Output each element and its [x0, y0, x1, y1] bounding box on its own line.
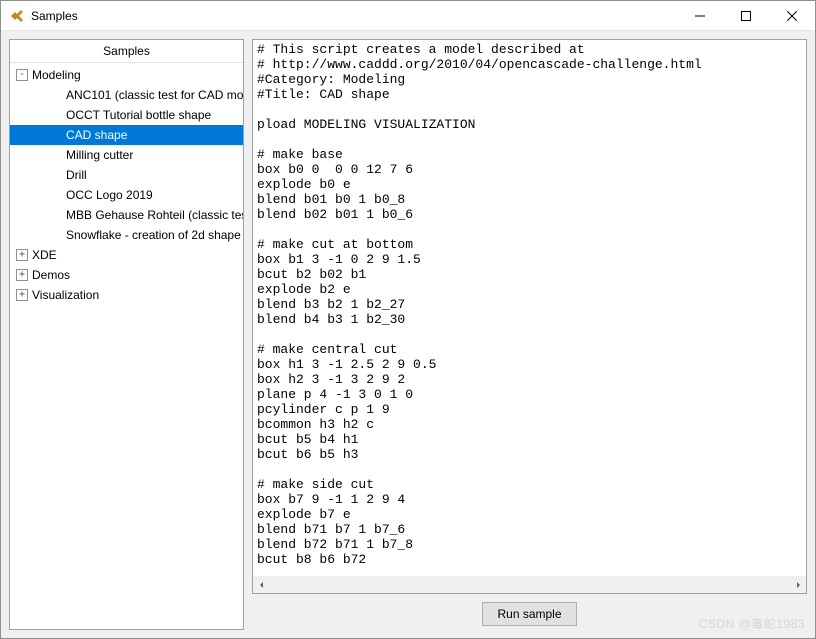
titlebar: Samples [1, 1, 815, 31]
tree-item[interactable]: OCC Logo 2019 [10, 185, 243, 205]
tree-header: Samples [10, 40, 243, 63]
tree-view[interactable]: -Modeling ANC101 (classic test for CAD mo… [10, 63, 243, 629]
tree-item[interactable]: Milling cutter [10, 145, 243, 165]
expand-icon[interactable]: + [16, 269, 28, 281]
expander-spacer [50, 129, 62, 141]
window-title: Samples [31, 9, 78, 23]
tree-item[interactable]: + Visualization [10, 285, 243, 305]
titlebar-left: Samples [1, 8, 78, 24]
left-panel: Samples -Modeling ANC101 (classic test fo… [1, 31, 244, 638]
window-body: Samples -Modeling ANC101 (classic test fo… [1, 31, 815, 638]
tree-item-label: Drill [66, 168, 87, 182]
scroll-right-button[interactable] [789, 576, 806, 593]
tree-item[interactable]: -Modeling [10, 65, 243, 85]
tree-item[interactable]: ANC101 (classic test for CAD modeling) [10, 85, 243, 105]
tree-panel: Samples -Modeling ANC101 (classic test fo… [9, 39, 244, 630]
scrollbar-track[interactable] [270, 576, 789, 593]
collapse-icon[interactable]: - [16, 69, 28, 81]
expander-spacer [50, 169, 62, 181]
scroll-left-button[interactable] [253, 576, 270, 593]
tree-item[interactable]: Drill [10, 165, 243, 185]
tree-item[interactable]: MBB Gehause Rohteil (classic test for CA… [10, 205, 243, 225]
code-view[interactable]: # This script creates a model described … [252, 39, 807, 594]
run-sample-button[interactable]: Run sample [482, 602, 576, 626]
tree-item-label: Milling cutter [66, 148, 133, 162]
tree-item-label: Visualization [32, 288, 99, 302]
tree-item-label: ANC101 (classic test for CAD modeling) [66, 88, 243, 102]
expander-spacer [50, 229, 62, 241]
expander-spacer [50, 149, 62, 161]
expander-spacer [50, 189, 62, 201]
tree-item[interactable]: + Demos [10, 265, 243, 285]
horizontal-scrollbar[interactable] [253, 576, 806, 593]
tree-item[interactable]: Snowflake - creation of 2d shape [10, 225, 243, 245]
code-text: # This script creates a model described … [253, 40, 806, 569]
tree-item-label: Modeling [32, 68, 81, 82]
expander-spacer [50, 209, 62, 221]
tree-item-label: OCCT Tutorial bottle shape [66, 108, 211, 122]
tree-item[interactable]: + XDE [10, 245, 243, 265]
tree-item-label: Snowflake - creation of 2d shape [66, 228, 241, 242]
tree-item[interactable]: CAD shape [10, 125, 243, 145]
tree-item-label: MBB Gehause Rohteil (classic test for CA… [66, 208, 243, 222]
tree-item-label: XDE [32, 248, 57, 262]
expand-icon[interactable]: + [16, 289, 28, 301]
app-icon [9, 8, 25, 24]
maximize-button[interactable] [723, 1, 769, 31]
app-window: Samples Samples -Modeling ANC101 (classic… [0, 0, 816, 639]
window-controls [677, 1, 815, 31]
tree-item-label: CAD shape [66, 128, 127, 142]
close-button[interactable] [769, 1, 815, 31]
expand-icon[interactable]: + [16, 249, 28, 261]
tree-item[interactable]: OCCT Tutorial bottle shape [10, 105, 243, 125]
run-row: Run sample [252, 602, 807, 630]
right-panel: # This script creates a model described … [244, 31, 815, 638]
tree-item-label: Demos [32, 268, 70, 282]
minimize-button[interactable] [677, 1, 723, 31]
expander-spacer [50, 89, 62, 101]
expander-spacer [50, 109, 62, 121]
tree-item-label: OCC Logo 2019 [66, 188, 153, 202]
